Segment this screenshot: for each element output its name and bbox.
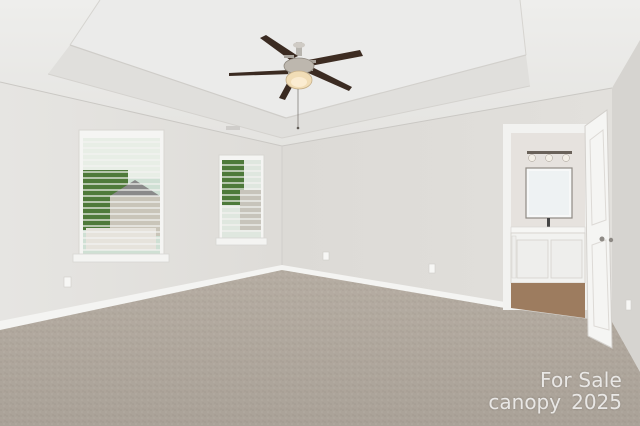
bedroom-scene [0, 0, 640, 426]
room-photo: For Sale canopy 2025 [0, 0, 640, 426]
window-left [72, 129, 170, 263]
outlet [63, 276, 72, 288]
window-right [215, 154, 268, 246]
watermark-year: 2025 [571, 390, 622, 414]
outlet [428, 263, 436, 274]
outlet [625, 299, 632, 311]
outlet [322, 251, 330, 261]
watermark-brand: canopy [488, 390, 562, 414]
right-wall [612, 40, 640, 370]
watermark: For Sale canopy 2025 [488, 370, 622, 412]
watermark-status: For Sale [539, 368, 622, 392]
ceiling-vent [226, 126, 240, 130]
bathroom-doorway [503, 124, 589, 318]
